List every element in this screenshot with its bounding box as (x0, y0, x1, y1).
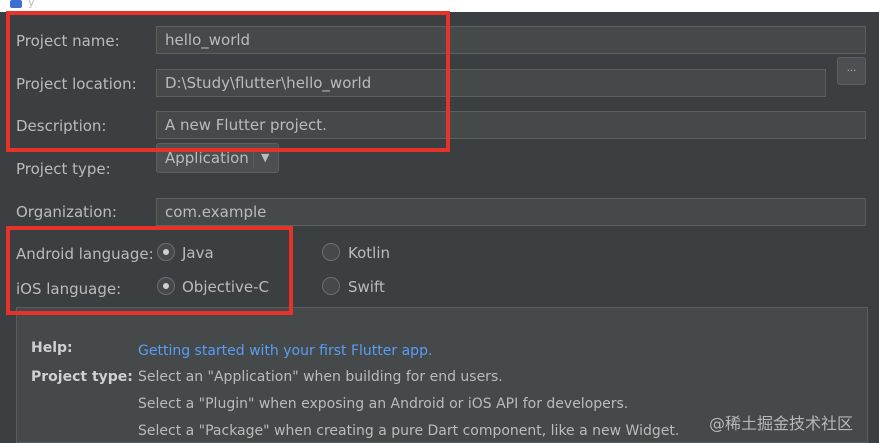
getting-started-link[interactable]: Getting started with your first Flutter … (138, 343, 432, 359)
window-title-fragment: y (28, 0, 35, 9)
organization-input[interactable]: com.example (156, 198, 866, 226)
organization-label: Organization: (16, 203, 117, 221)
help-line-application: Select an "Application" when building fo… (138, 369, 503, 385)
help-heading: Help: (31, 340, 73, 356)
android-kotlin-label[interactable]: Kotlin (348, 244, 390, 262)
watermark-text: @稀土掘金技术社区 (709, 414, 854, 433)
highlight-box-project-fields (6, 11, 450, 152)
ios-swift-radio[interactable] (322, 277, 340, 295)
ios-swift-label[interactable]: Swift (348, 278, 385, 296)
browse-location-button[interactable]: ... (837, 57, 866, 85)
project-type-help-heading: Project type: (31, 369, 133, 385)
help-line-package: Select a "Package" when creating a pure … (138, 423, 680, 439)
android-kotlin-radio[interactable] (322, 243, 340, 261)
highlight-box-language-options (6, 226, 293, 315)
app-logo-icon (10, 0, 22, 8)
project-type-label: Project type: (16, 160, 111, 178)
help-line-plugin: Select a "Plugin" when exposing an Andro… (138, 396, 629, 412)
